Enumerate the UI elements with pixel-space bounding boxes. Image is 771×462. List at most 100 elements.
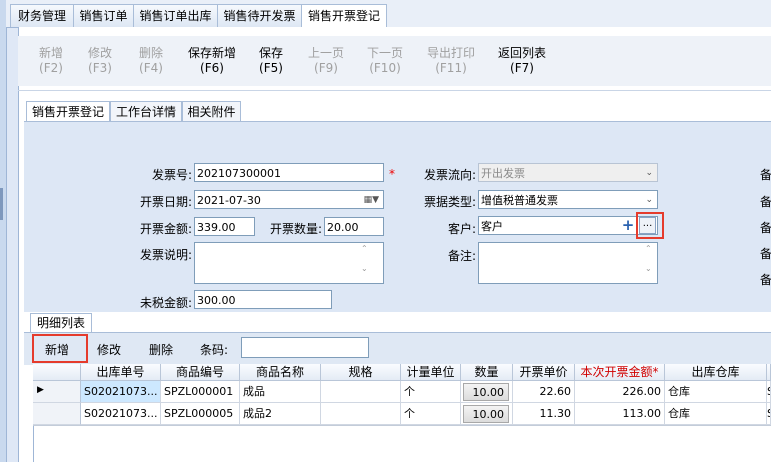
tab-invoice-register[interactable]: 销售开票登记 [301, 4, 387, 28]
detail-delete-button[interactable]: 删除 [149, 341, 173, 358]
cell-qty[interactable]: 10.00 [461, 403, 513, 425]
detail-edit-button[interactable]: 修改 [97, 341, 121, 358]
left-edge-strip [0, 0, 7, 462]
main-toolbar: 新增 (F2) 修改 (F3) 删除 (F4) 保存新增 (F6) 保存 (F5) 上一页… [18, 36, 771, 86]
save-and-add-button[interactable]: 保存新增 (F6) [186, 46, 238, 76]
remark-textarea[interactable] [478, 242, 658, 284]
save-button[interactable]: 保存 (F5) [256, 46, 286, 76]
col-spec[interactable]: 规格 [321, 364, 401, 381]
barcode-label: 条码: [200, 343, 229, 357]
right-label: 备 [760, 221, 771, 235]
cell-qty[interactable]: 10.00 [461, 381, 513, 403]
col-amount[interactable]: 本次开票金额* [575, 364, 665, 381]
detail-toolbar [24, 332, 771, 365]
grid-bottom-line [33, 425, 771, 426]
add-customer-icon[interactable]: + [621, 218, 635, 233]
direction-label: 发票流向: [423, 168, 476, 182]
back-to-list-button[interactable]: 返回列表 (F7) [496, 46, 548, 76]
subtab-invoice-register[interactable]: 销售开票登记 [26, 101, 110, 123]
row-header[interactable] [33, 403, 81, 425]
direction-value: 开出发票 [481, 167, 525, 180]
amount-field[interactable]: 339.00 [194, 217, 255, 236]
tab-sales-order-outbound[interactable]: 销售订单出库 [133, 4, 218, 27]
cell-product-name[interactable]: 成品 [240, 381, 321, 403]
col-product-name[interactable]: 商品名称 [240, 364, 321, 381]
export-print-button[interactable]: 导出打印 (F11) [424, 46, 478, 76]
chevron-down-icon: ⌄ [645, 195, 653, 205]
remark-label: 备注: [447, 249, 476, 263]
calendar-dropdown-icon[interactable]: ▦▼ [364, 191, 379, 208]
col-price[interactable]: 开票单价 [513, 364, 575, 381]
cell-extra[interactable]: S [767, 381, 771, 403]
right-label: 备 [760, 195, 771, 209]
right-label: 备 [760, 273, 771, 287]
cell-product-code[interactable]: SPZL000001 [161, 381, 240, 403]
tab-sales-order[interactable]: 销售订单 [73, 4, 134, 27]
invoice-no-field[interactable]: 202107300001 [194, 163, 384, 182]
cell-price[interactable]: 22.60 [513, 381, 575, 403]
delete-button[interactable]: 删除 (F4) [136, 46, 166, 76]
date-picker[interactable]: 2021-07-30 ▦▼ [194, 190, 384, 209]
subtab-workbench-detail[interactable]: 工作台详情 [110, 101, 182, 123]
highlight-box [32, 334, 88, 363]
cell-unit[interactable]: 个 [401, 381, 461, 403]
cell-unit[interactable]: 个 [401, 403, 461, 425]
cell-amount[interactable]: 113.00 [575, 403, 665, 425]
amount-label: 开票金额: [139, 222, 192, 236]
type-select[interactable]: 增值税普通发票 ⌄ [478, 190, 658, 209]
invoice-no-label: 发票号: [151, 168, 192, 182]
cell-order-no[interactable]: S02021073... [81, 403, 161, 425]
right-label: 备 [760, 247, 771, 261]
cell-product-name[interactable]: 成品2 [240, 403, 321, 425]
cell-warehouse[interactable]: 仓库 [665, 381, 767, 403]
type-value: 增值税普通发票 [481, 194, 558, 207]
qty-label: 开票数量: [269, 222, 322, 236]
qty-value: 10.00 [463, 383, 509, 401]
date-label: 开票日期: [139, 195, 192, 209]
tab-finance[interactable]: 财务管理 [10, 4, 74, 27]
tab-pending-invoice[interactable]: 销售待开发票 [217, 4, 302, 27]
scroll-arrows-icon: ⌃ ⌄ [361, 244, 368, 273]
next-page-button[interactable]: 下一页 (F10) [364, 46, 406, 76]
top-tab-bar: 财务管理 销售订单 销售订单出库 销售待开发票 销售开票登记 [6, 0, 771, 28]
cell-price[interactable]: 11.30 [513, 403, 575, 425]
col-extra [767, 364, 771, 381]
cell-amount[interactable]: 226.00 [575, 381, 665, 403]
barcode-input[interactable] [241, 337, 369, 358]
grid-corner-header [33, 364, 81, 381]
desc-textarea[interactable] [194, 242, 384, 284]
cell-extra[interactable]: S [767, 403, 771, 425]
left-edge-handle[interactable] [0, 188, 3, 220]
cell-warehouse[interactable]: 仓库 [665, 403, 767, 425]
prev-page-button[interactable]: 上一页 (F9) [305, 46, 347, 76]
customer-label: 客户: [447, 222, 476, 236]
add-button[interactable]: 新增 (F2) [36, 46, 66, 76]
row-header[interactable]: ▶ [33, 381, 81, 403]
col-order-no[interactable]: 出库单号 [81, 364, 161, 381]
qty-field[interactable]: 20.00 [324, 217, 384, 236]
cell-order-no[interactable]: S02021073... [81, 381, 161, 403]
qty-value: 10.00 [463, 405, 509, 423]
detail-list-tab[interactable]: 明细列表 [30, 313, 92, 332]
col-warehouse[interactable]: 出库仓库 [665, 364, 767, 381]
untaxed-label: 未税金额: [139, 296, 192, 310]
cell-product-code[interactable]: SPZL000005 [161, 403, 240, 425]
required-mark: * [389, 167, 395, 181]
cell-spec[interactable] [321, 381, 401, 403]
subtab-attachments[interactable]: 相关附件 [182, 101, 241, 123]
col-qty[interactable]: 数量 [461, 364, 513, 381]
cell-spec[interactable] [321, 403, 401, 425]
scroll-arrows-icon: ⌃ ⌄ [645, 244, 652, 273]
direction-select[interactable]: 开出发票 ⌄ [478, 163, 658, 182]
col-product-code[interactable]: 商品编号 [161, 364, 240, 381]
type-label: 票据类型: [423, 195, 476, 209]
col-unit[interactable]: 计量单位 [401, 364, 461, 381]
customer-value: 客户 [481, 220, 503, 233]
chevron-down-icon: ⌄ [645, 168, 653, 178]
untaxed-field[interactable]: 300.00 [194, 290, 332, 309]
toolbar-divider [18, 90, 771, 91]
date-value: 2021-07-30 [197, 194, 261, 207]
desc-label: 发票说明: [139, 248, 192, 262]
edit-button[interactable]: 修改 (F3) [85, 46, 115, 76]
current-row-icon: ▶ [37, 385, 44, 395]
